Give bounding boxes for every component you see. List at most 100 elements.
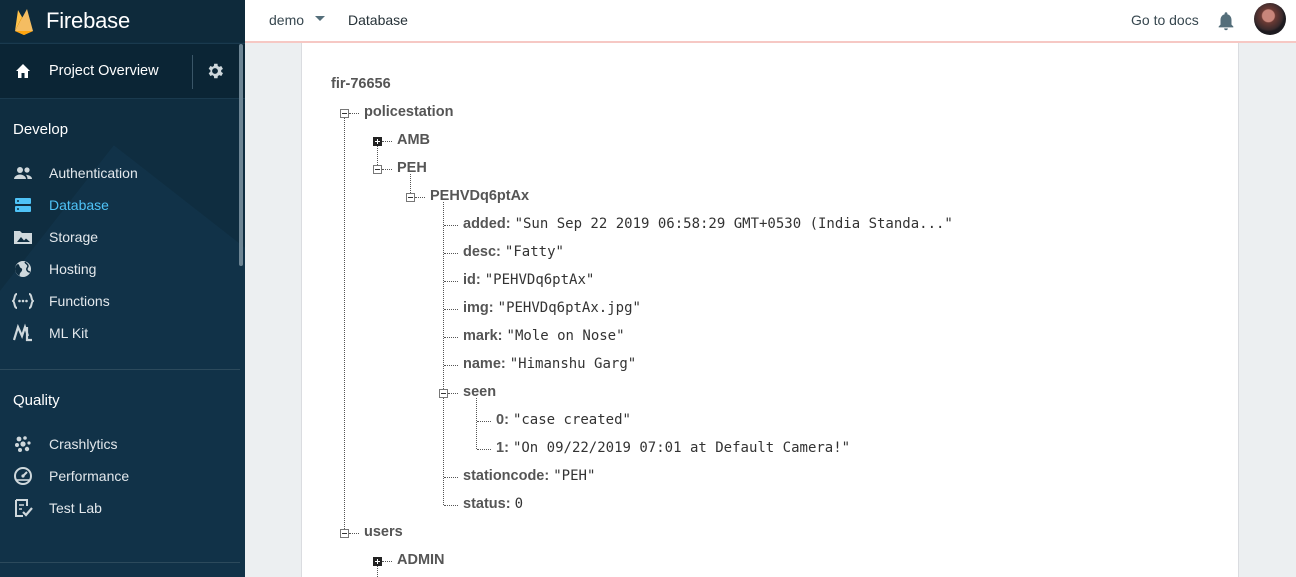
section-quality: Quality: [13, 392, 60, 409]
collapse-toggle[interactable]: [406, 193, 415, 202]
tree-connector: [444, 225, 458, 226]
field-value: "Sun Sep 22 2019 06:58:29 GMT+0530 (Indi…: [514, 216, 953, 232]
tree-connector: [344, 118, 345, 533]
globe-icon: [15, 261, 31, 277]
section-develop: Develop: [13, 121, 69, 138]
speedometer-icon: [14, 467, 32, 485]
home-icon: [16, 64, 30, 78]
field-value: "Mole on Nose": [506, 328, 625, 344]
bell-icon[interactable]: [1215, 10, 1237, 32]
collapse-toggle[interactable]: [340, 529, 349, 538]
project-overview-row: Project Overview: [0, 43, 245, 99]
sidebar-item-hosting[interactable]: Hosting: [0, 253, 240, 285]
sidebar-item-database[interactable]: Database: [0, 189, 240, 221]
sidebar-item-crashlytics[interactable]: Crashlytics: [0, 428, 240, 460]
gear-icon[interactable]: [205, 61, 225, 81]
checklist-icon: [15, 499, 33, 517]
database-icon: [15, 198, 31, 212]
tree-field-seen-0[interactable]: 0: "case created": [496, 412, 631, 428]
collapse-toggle[interactable]: [373, 165, 382, 174]
tree-node-peh[interactable]: PEH: [397, 160, 427, 176]
tree-field-id[interactable]: id: "PEHVDq6ptAx": [463, 272, 594, 288]
image-icon: [14, 231, 32, 244]
tree-connector: [476, 398, 477, 449]
crashlytics-icon: [15, 436, 31, 452]
expand-toggle[interactable]: [373, 137, 382, 146]
field-key: mark:: [463, 328, 503, 344]
firebase-logo-icon: [15, 9, 33, 35]
avatar[interactable]: [1254, 3, 1286, 35]
section-divider: [0, 369, 240, 370]
tree-connector: [444, 365, 458, 366]
top-bar: demo Database Go to docs: [245, 0, 1296, 43]
sidebar-item-storage[interactable]: Storage: [0, 221, 240, 253]
tree-connector: [382, 141, 392, 142]
tree-node-policestation[interactable]: policestation: [364, 104, 453, 120]
tree-field-desc[interactable]: desc: "Fatty": [463, 244, 564, 260]
field-value: 0: [514, 496, 524, 512]
sidebar-item-authentication[interactable]: Authentication: [0, 157, 240, 189]
field-value: "On 09/22/2019 07:01 at Default Camera!": [512, 440, 851, 456]
sidebar-item-label: ML Kit: [49, 325, 89, 341]
field-value: "PEHVDq6ptAx": [484, 272, 595, 288]
sidebar-scrollbar[interactable]: [239, 44, 243, 266]
sidebar: Firebase Project Overview Develop Authen…: [0, 0, 245, 577]
tree-field-name[interactable]: name: "Himanshu Garg": [463, 356, 636, 372]
tree-node-users[interactable]: users: [364, 524, 403, 540]
field-key: stationcode:: [463, 468, 550, 484]
sidebar-item-functions[interactable]: Functions: [0, 285, 240, 317]
sidebar-item-label: Functions: [49, 293, 110, 309]
sidebar-item-label: Crashlytics: [49, 436, 118, 452]
field-value: "PEHVDq6ptAx.jpg": [497, 300, 641, 316]
tree-field-mark[interactable]: mark: "Mole on Nose": [463, 328, 625, 344]
tree-connector: [444, 253, 458, 254]
field-key: id:: [463, 272, 481, 288]
divider: [192, 55, 193, 89]
field-key: added:: [463, 216, 511, 232]
tree-field-stationcode[interactable]: stationcode: "PEH": [463, 468, 595, 484]
tree-field-added[interactable]: added: "Sun Sep 22 2019 06:58:29 GMT+053…: [463, 216, 953, 232]
section-divider: [0, 562, 240, 563]
tree-connector: [448, 393, 458, 394]
tree-field-seen-1[interactable]: 1: "On 09/22/2019 07:01 at Default Camer…: [496, 440, 850, 456]
tree-root[interactable]: fir-76656: [331, 76, 391, 92]
field-value: "PEH": [553, 468, 596, 484]
sidebar-item-performance[interactable]: Performance: [0, 460, 240, 492]
sidebar-item-label: Authentication: [49, 165, 138, 181]
project-selector[interactable]: demo: [269, 12, 304, 28]
tree-connector: [444, 337, 458, 338]
sidebar-item-label: Hosting: [49, 261, 97, 277]
go-to-docs-link[interactable]: Go to docs: [1131, 12, 1199, 28]
chevron-down-icon[interactable]: [315, 16, 325, 21]
field-key: 0:: [496, 412, 509, 428]
tree-connector: [444, 477, 458, 478]
people-icon: [14, 167, 32, 179]
tree-field-status[interactable]: status: 0: [463, 496, 523, 512]
brand-bar[interactable]: Firebase: [0, 0, 245, 42]
tree-connector: [382, 561, 392, 562]
sidebar-item-label: Database: [49, 197, 109, 213]
sidebar-item-label: Performance: [49, 468, 130, 484]
collapse-toggle[interactable]: [439, 389, 448, 398]
tree-connector: [444, 505, 458, 506]
tree-node-seen[interactable]: seen: [463, 384, 496, 400]
tree-connector: [477, 421, 491, 422]
field-key: desc:: [463, 244, 501, 260]
tree-connector: [377, 566, 378, 577]
field-key: img:: [463, 300, 494, 316]
database-panel: [301, 43, 1239, 577]
sidebar-item-ml-kit[interactable]: ML Kit: [0, 317, 240, 349]
field-key: 1:: [496, 440, 509, 456]
sidebar-item-test-lab[interactable]: Test Lab: [0, 492, 240, 524]
tree-node-admin[interactable]: ADMIN: [397, 552, 445, 568]
tree-connector: [444, 309, 458, 310]
tree-node-amb[interactable]: AMB: [397, 132, 430, 148]
tree-node-record[interactable]: PEHVDq6ptAx: [430, 188, 529, 204]
collapse-toggle[interactable]: [340, 109, 349, 118]
tree-field-img[interactable]: img: "PEHVDq6ptAx.jpg": [463, 300, 641, 316]
project-overview-link[interactable]: Project Overview: [49, 63, 159, 79]
sidebar-item-label: Storage: [49, 229, 99, 245]
expand-toggle[interactable]: [373, 557, 382, 566]
field-value: "Himanshu Garg": [509, 356, 637, 372]
field-key: status:: [463, 496, 511, 512]
